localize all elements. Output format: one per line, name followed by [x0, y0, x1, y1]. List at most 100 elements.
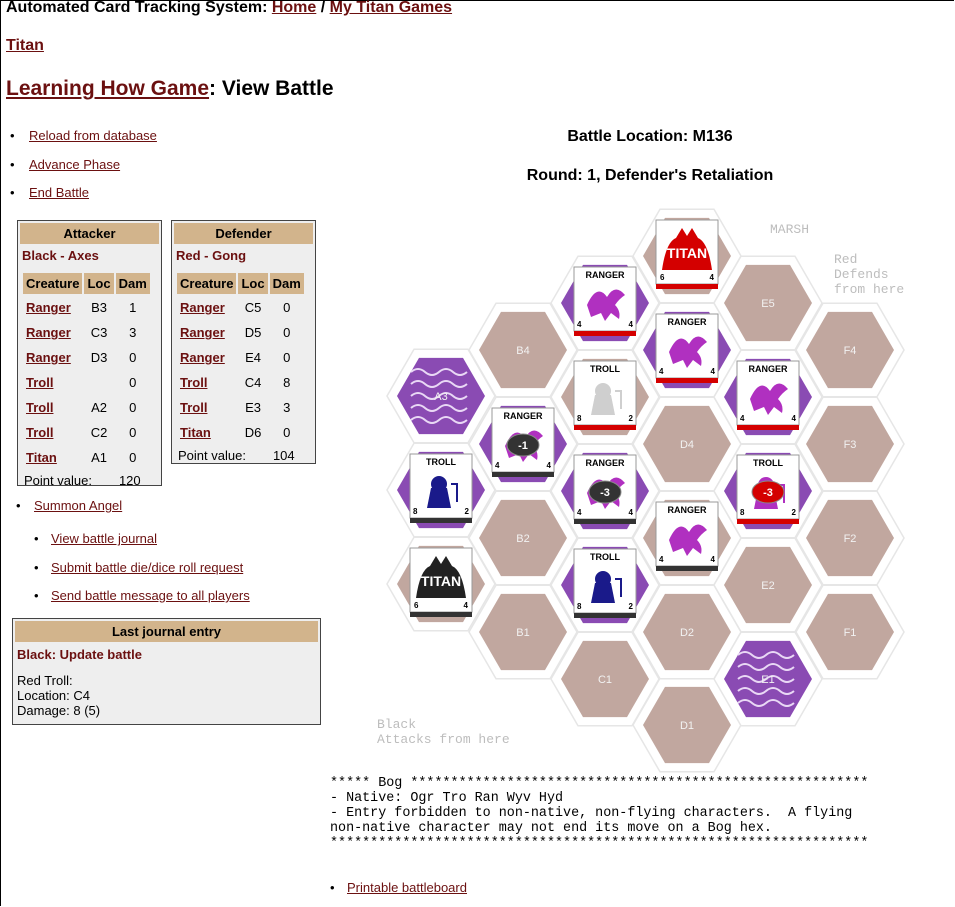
counter-name: TROLL — [426, 457, 456, 467]
creature-link[interactable]: Troll — [180, 375, 207, 390]
skill-number: 4 — [629, 320, 634, 329]
journal-line: Damage: 8 (5) — [17, 703, 101, 718]
defender-panel: Defender Red - Gong Creature Loc Dam Ran… — [171, 220, 316, 464]
counter-ranger[interactable]: RANGER 4 4 — [655, 313, 719, 383]
counter-ranger[interactable]: RANGER 4 4 -1 — [491, 407, 555, 477]
table-row: Troll A2 0 — [23, 396, 150, 419]
reload-link[interactable]: Reload from database — [29, 128, 157, 143]
col-creature: Creature — [177, 273, 237, 294]
counter-ranger[interactable]: RANGER 4 4 — [736, 360, 800, 430]
dam-cell: 0 — [129, 375, 137, 390]
table-row: Ranger C5 0 — [177, 296, 304, 319]
home-link[interactable]: Home — [272, 0, 316, 16]
loc-cell: E3 — [245, 400, 261, 415]
hex-label: E2 — [761, 580, 774, 592]
side-bar — [656, 284, 718, 289]
strength-number: 6 — [414, 601, 419, 610]
side-bar — [410, 612, 472, 617]
game-title-link[interactable]: Learning How Game — [6, 77, 209, 100]
creature-link[interactable]: Ranger — [180, 350, 225, 365]
dam-cell: 0 — [283, 300, 291, 315]
creature-link[interactable]: Ranger — [26, 300, 71, 315]
end-battle-link[interactable]: End Battle — [29, 185, 89, 200]
hex-label: F1 — [844, 627, 857, 639]
creature-cell: Ranger — [177, 346, 236, 369]
journal-line: Location: C4 — [17, 688, 90, 703]
defender-side: Red - Gong — [176, 248, 247, 263]
round-status: Round: 1, Defender's Retaliation — [526, 167, 774, 184]
counter-titan[interactable]: TITAN 6 4 — [409, 547, 473, 617]
creature-link[interactable]: Ranger — [180, 325, 225, 340]
creature-cell: Troll — [23, 421, 82, 444]
my-games-link[interactable]: My Titan Games — [330, 0, 452, 16]
table-row: Ranger D5 0 — [177, 321, 304, 344]
side-bar — [574, 331, 636, 336]
col-loc: Loc — [238, 273, 268, 294]
skill-number: 2 — [629, 414, 634, 423]
loc-cell — [84, 371, 113, 394]
creature-cell: Titan — [177, 421, 236, 444]
counter-troll[interactable]: TROLL 8 2 — [573, 360, 637, 430]
counter-name: TROLL — [753, 458, 783, 468]
table-row: Ranger C3 3 — [23, 321, 150, 344]
top-breadcrumb: Automated Card Tracking System: Home / M… — [6, 0, 452, 17]
counter-name: RANGER — [667, 505, 707, 515]
creature-link[interactable]: Ranger — [26, 325, 71, 340]
bullet: • — [34, 560, 39, 575]
black-note-2: Attacks from here — [377, 732, 510, 747]
creature-link[interactable]: Troll — [26, 375, 53, 390]
loc-cell: C4 — [244, 375, 262, 390]
printable-battleboard-link[interactable]: Printable battleboard — [347, 880, 467, 895]
advance-phase-link[interactable]: Advance Phase — [29, 157, 120, 172]
attacker-table: Creature Loc Dam Ranger B3 1 Ranger C3 3 Range… — [21, 271, 152, 471]
game-link[interactable]: Titan — [6, 37, 44, 54]
creature-link[interactable]: Troll — [180, 400, 207, 415]
terrain-description: ***** Bog ******************************… — [330, 776, 869, 851]
col-dam: Dam — [269, 273, 304, 294]
creature-cell: Troll — [23, 396, 82, 419]
attacker-heading: Attacker — [20, 223, 159, 244]
counter-troll[interactable]: TROLL 8 2 — [573, 548, 637, 618]
counter-troll[interactable]: TROLL 8 2 — [409, 453, 473, 523]
strength-number: 6 — [660, 273, 665, 282]
skill-number: 2 — [465, 507, 470, 516]
loc-cell: D3 — [90, 350, 108, 365]
col-loc: Loc — [84, 273, 114, 294]
counter-ranger[interactable]: RANGER 4 4 — [573, 266, 637, 336]
counter-ranger[interactable]: RANGER 4 4 -3 — [573, 454, 637, 524]
creature-link[interactable]: Ranger — [180, 300, 225, 315]
counter-troll[interactable]: TROLL 8 2 -3 — [736, 454, 800, 524]
creature-cell: Ranger — [177, 321, 236, 344]
counter-ranger[interactable]: RANGER 4 4 — [655, 501, 719, 571]
loc-cell: D5 — [244, 325, 262, 340]
summon-angel-link[interactable]: Summon Angel — [34, 498, 122, 513]
side-bar — [574, 519, 636, 524]
dice-roll-link[interactable]: Submit battle die/dice roll request — [51, 560, 243, 575]
defender-table: Creature Loc Dam Ranger C5 0 Ranger D5 0 Range… — [175, 271, 306, 446]
table-row: Troll C2 0 — [23, 421, 150, 444]
creature-link[interactable]: Titan — [180, 425, 211, 440]
table-row: Titan D6 0 — [177, 421, 304, 444]
creature-cell: Ranger — [23, 346, 82, 369]
creature-cell: Titan — [23, 446, 82, 469]
hex-label: F2 — [844, 533, 857, 545]
table-row: Troll 0 — [23, 371, 150, 394]
hex-label: E5 — [761, 298, 774, 310]
app-title: Automated Card Tracking System: — [6, 0, 272, 16]
view-journal-link[interactable]: View battle journal — [51, 531, 157, 546]
creature-link[interactable]: Troll — [26, 425, 53, 440]
hex-label: B1 — [516, 627, 529, 639]
hex-label: C1 — [598, 674, 612, 686]
creature-link[interactable]: Ranger — [26, 350, 71, 365]
hex-label: D2 — [680, 627, 694, 639]
action-item: Advance Phase — [10, 157, 157, 186]
strength-number: 8 — [413, 507, 418, 516]
dam-cell: 3 — [283, 400, 291, 415]
loc-cell: C2 — [90, 425, 108, 440]
send-message-link[interactable]: Send battle message to all players — [51, 588, 250, 603]
creature-link[interactable]: Troll — [26, 400, 53, 415]
skill-number: 2 — [792, 508, 797, 517]
creature-link[interactable]: Titan — [26, 450, 57, 465]
counter-titan[interactable]: TITAN 6 4 — [655, 219, 719, 289]
skill-number: 4 — [464, 601, 469, 610]
